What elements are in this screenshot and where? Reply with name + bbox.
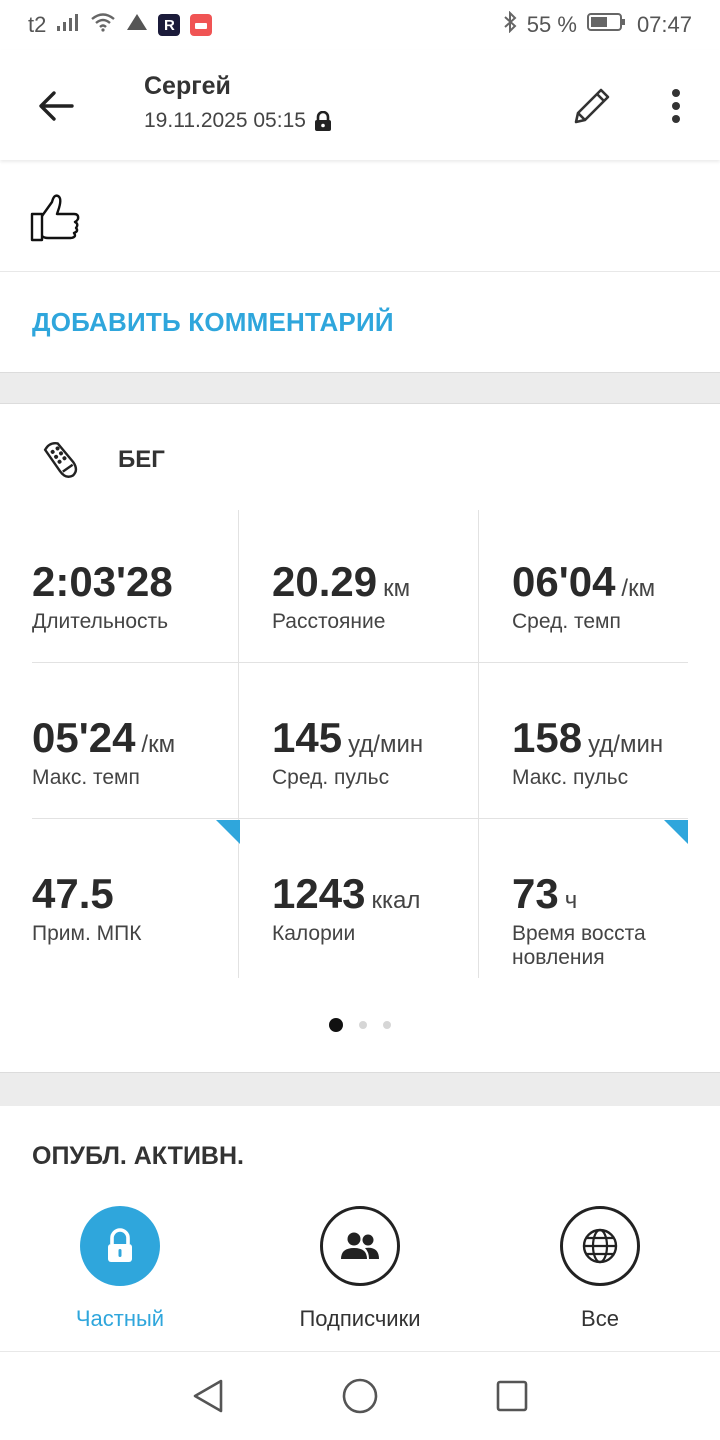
stat-label: Прим. МПК (32, 922, 142, 945)
battery-percent: 55 % (526, 12, 577, 37)
stat-label: Расстояние (272, 610, 386, 633)
like-section (0, 162, 720, 272)
stat-value: 145 (272, 714, 343, 761)
stat-max-pace: 05'24/км Макс. темп (32, 666, 272, 822)
stat-calories: 1243 ккал Калории (272, 822, 512, 978)
clock: 07:47 (636, 12, 692, 37)
stat-value: 20.29 (272, 558, 378, 605)
stats-grid[interactable]: 2:03'28 Длительность 20.29 км Расстояние … (32, 510, 688, 978)
stat-value: 05'24 (32, 714, 136, 761)
section-divider (0, 372, 720, 404)
thumbs-up-icon (30, 194, 80, 242)
publish-visibility-section: ОПУБЛ. АКТИВН. Частный Подписчики Все (0, 1106, 720, 1352)
stat-max-heart-rate: 158 уд/мин Макс. пульс (512, 666, 720, 822)
stat-value: 2:03'28 (32, 558, 173, 605)
stat-unit: км (383, 575, 411, 602)
stat-unit: /км (621, 575, 656, 602)
post-title-block: Сергей 19.11.2025 05:15 (144, 72, 332, 133)
app-r-icon: R (158, 14, 181, 36)
activity-summary-card: БЕГ 2:03'28 Длительность 20.29 км Расстоя… (0, 404, 720, 1072)
followers-icon (320, 1206, 400, 1286)
app-bar: Сергей 19.11.2025 05:15 (0, 50, 720, 160)
stat-avg-pace: 06'04/км Сред. темп (512, 510, 720, 666)
nav-home-button[interactable] (337, 1373, 383, 1419)
page-dot (359, 1021, 367, 1029)
globe-icon (560, 1206, 640, 1286)
post-date-row: 19.11.2025 05:15 (144, 109, 332, 133)
stat-label: Макс. темп (32, 766, 140, 789)
stat-unit: /км (141, 731, 176, 758)
edit-button[interactable] (566, 80, 618, 132)
status-right: 55 % 07:47 (503, 10, 692, 39)
section-divider (0, 1072, 720, 1106)
pencil-icon (574, 88, 610, 124)
carrier-label: t2 (28, 12, 47, 37)
nav-recents-button[interactable] (489, 1373, 535, 1419)
circle-home-icon (342, 1378, 378, 1414)
visibility-label: Подписчики (299, 1306, 421, 1331)
publish-title: ОПУБЛ. АКТИВН. (32, 1142, 244, 1170)
wifi-icon (90, 12, 116, 38)
stat-unit: уд/мин (348, 731, 424, 758)
visibility-everyone-option[interactable]: Все (500, 1206, 700, 1332)
running-shoe-icon (43, 442, 78, 478)
stat-recovery-time[interactable]: 73 ч Время восста новления (512, 822, 720, 978)
lock-icon (314, 111, 331, 131)
stat-label: Макс. пульс (512, 766, 629, 789)
stat-duration: 2:03'28 Длительность (32, 510, 272, 666)
stat-label: Калории (272, 922, 356, 945)
more-options-button[interactable] (650, 80, 702, 132)
stat-unit: уд/мин (588, 731, 664, 758)
nav-back-button[interactable] (185, 1373, 231, 1419)
arrow-back-icon (39, 91, 74, 121)
stat-label: Время восста новления (512, 922, 646, 969)
add-comment-button[interactable]: ДОБАВИТЬ КОММЕНТАРИЙ (0, 272, 720, 372)
signal-icon (56, 12, 80, 38)
stat-value: 158 (512, 714, 583, 761)
lock-icon (80, 1206, 160, 1286)
app-notification-icon (190, 14, 213, 36)
visibility-label: Все (581, 1306, 619, 1331)
post-date: 19.11.2025 05:15 (144, 109, 306, 132)
visibility-private-option[interactable]: Частный (20, 1206, 220, 1332)
more-vertical-icon (672, 89, 680, 123)
stat-unit: ч (564, 887, 578, 914)
page-dot (383, 1021, 391, 1029)
battery-icon (586, 12, 627, 38)
stat-value: 06'04 (512, 558, 616, 605)
like-button[interactable] (28, 190, 84, 246)
triangle-back-icon (193, 1379, 223, 1413)
visibility-label: Частный (75, 1306, 165, 1331)
square-recents-icon (496, 1380, 528, 1412)
system-navigation-bar (0, 1352, 720, 1440)
stat-label: Сред. темп (512, 610, 621, 633)
navigation-arrow-icon (126, 12, 148, 38)
stat-avg-heart-rate: 145 уд/мин Сред. пульс (272, 666, 512, 822)
stat-distance: 20.29 км Расстояние (272, 510, 512, 666)
stat-value: 73 (512, 870, 559, 917)
user-name: Сергей (144, 72, 231, 100)
stat-value: 47.5 (32, 870, 114, 917)
stat-unit: ккал (371, 887, 421, 914)
status-bar: t2 R 55 % 07:47 (0, 0, 720, 50)
stat-value: 1243 (272, 870, 366, 917)
activity-type: БЕГ (118, 446, 165, 473)
page-indicator (0, 1018, 720, 1032)
stat-label: Сред. пульс (272, 766, 390, 789)
status-left: t2 R (28, 12, 213, 38)
activity-header: БЕГ (40, 438, 165, 482)
page-dot-active (329, 1018, 343, 1032)
bluetooth-icon (503, 10, 517, 39)
stat-label: Длительность (32, 610, 169, 633)
stat-vo2max[interactable]: 47.5 Прим. МПК (32, 822, 272, 978)
back-button[interactable] (30, 80, 82, 132)
visibility-followers-option[interactable]: Подписчики (260, 1206, 460, 1332)
